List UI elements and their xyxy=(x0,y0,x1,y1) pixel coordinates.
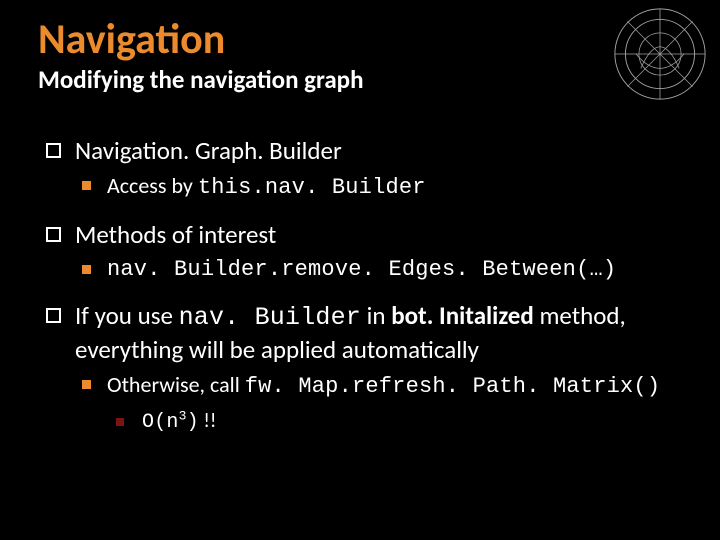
bullet-text: Methods of interest xyxy=(75,219,674,251)
slide-body: Navigation. Graph. Builder Access by thi… xyxy=(0,109,720,436)
filled-square-icon xyxy=(82,181,91,190)
slide-subtitle: Modifying the navigation graph xyxy=(38,64,682,95)
text-fragment: Access by xyxy=(107,172,198,199)
code-fragment: O(n3) xyxy=(142,411,199,434)
subbullet-remove-edges: nav. Builder.remove. Edges. Between(…) xyxy=(82,255,674,285)
subbullet-otherwise: Otherwise, call fw. Map.refresh. Path. M… xyxy=(82,370,674,436)
filled-square-icon xyxy=(82,380,91,389)
code-fragment: fw. Map.refresh. Path. Matrix() xyxy=(245,374,660,399)
text-fragment: !! xyxy=(199,409,217,433)
bullet-if-you-use: If you use nav. Builder in bot. Initaliz… xyxy=(46,300,674,436)
hollow-square-icon xyxy=(46,227,61,242)
code-fragment: this.nav. Builder xyxy=(198,175,426,200)
slide-title: Navigation xyxy=(38,18,682,62)
hollow-square-icon xyxy=(46,143,61,158)
text-fragment: O(n xyxy=(142,411,179,434)
text-fragment: in xyxy=(361,300,391,331)
filled-square-icon xyxy=(82,265,91,274)
code-fragment: nav. Builder xyxy=(179,303,361,332)
subsubbullet-complexity: O(n3) !! xyxy=(116,408,674,436)
subbullet-text: Access by this.nav. Builder xyxy=(107,171,674,203)
filled-square-dark-icon xyxy=(116,418,124,426)
subbullet-access-by: Access by this.nav. Builder xyxy=(82,171,674,203)
hollow-square-icon xyxy=(46,308,61,323)
superscript: 3 xyxy=(179,409,187,424)
bullet-text: If you use nav. Builder in bot. Initaliz… xyxy=(75,300,674,366)
text-fragment: If you use xyxy=(75,300,179,331)
seal-icon xyxy=(612,6,708,102)
text-fragment: ) xyxy=(187,411,199,434)
subbullet-text: Otherwise, call fw. Map.refresh. Path. M… xyxy=(107,370,674,402)
subsubbullet-text: O(n3) !! xyxy=(142,408,674,436)
code-fragment: nav. Builder.remove. Edges. Between(…) xyxy=(107,255,674,285)
text-fragment: Otherwise, call xyxy=(107,371,245,398)
bullet-nav-graph-builder: Navigation. Graph. Builder Access by thi… xyxy=(46,135,674,203)
bullet-text: Navigation. Graph. Builder xyxy=(75,135,674,167)
bullet-methods-of-interest: Methods of interest nav. Builder.remove.… xyxy=(46,219,674,285)
bold-fragment: bot. Initalized xyxy=(391,300,534,331)
